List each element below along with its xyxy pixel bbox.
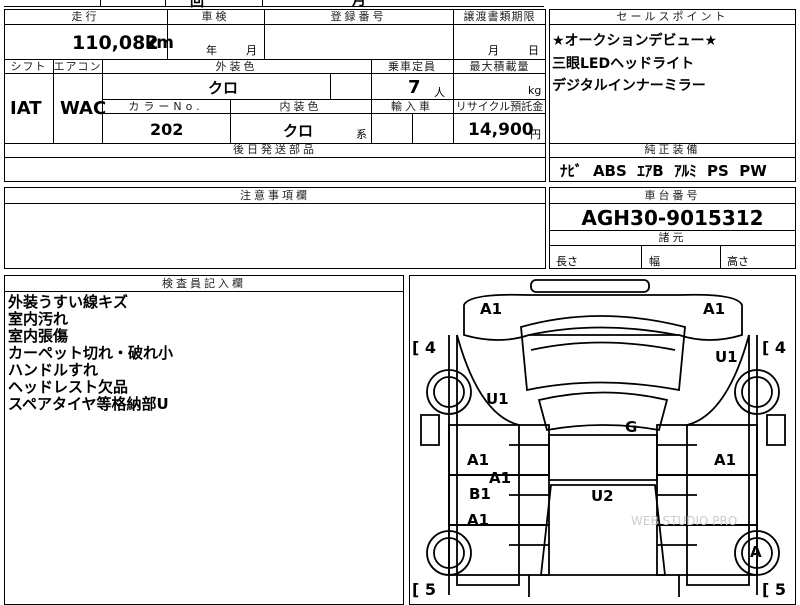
aircon-value: WAC xyxy=(60,98,107,119)
mark-right-fender: U1 xyxy=(715,348,738,366)
max-load-header: 最大積載量 xyxy=(469,60,530,73)
mark-left-quarter: A1 xyxy=(467,511,490,529)
deadline-day: 日 xyxy=(528,44,539,57)
later-parts-header: 後日発送部品 xyxy=(233,143,317,156)
color-no-value: 202 xyxy=(150,120,184,139)
exterior-color-header: 外装色 xyxy=(215,60,258,73)
interior-suffix: 系 xyxy=(356,128,367,141)
sales-point-2: 三眼LEDヘッドライト xyxy=(552,56,695,72)
mark-left-fender: U1 xyxy=(486,390,509,408)
reg-number-header: 登録番号 xyxy=(330,10,387,23)
divider xyxy=(4,6,544,7)
shaken-month: 月 xyxy=(246,44,257,57)
shift-value: IAT xyxy=(10,98,42,119)
shift-header: シフト xyxy=(10,60,47,73)
genuine-equip-header: 純正装備 xyxy=(644,143,701,156)
capacity-value: 7 xyxy=(408,77,421,98)
mileage-header: 走行 xyxy=(71,10,100,23)
watermark: WEB STUDIO PRO xyxy=(631,514,737,528)
recycle-value: 14,900 xyxy=(468,120,534,140)
inspector-note: 室内汚れ xyxy=(8,310,69,328)
inspector-note: ハンドルすれ xyxy=(8,361,99,379)
recycle-unit: 円 xyxy=(530,128,541,141)
mileage-unit: km xyxy=(145,33,175,53)
tire-left-rear-value: 5 xyxy=(424,580,437,599)
mark-left-door-front: A1 xyxy=(467,451,490,469)
inspector-note: カーペット切れ・破れ小 xyxy=(8,344,174,362)
color-no-header: カラーNo. xyxy=(128,100,204,113)
interior-color-header: 内装色 xyxy=(279,100,322,113)
car-diagram: WEB STUDIO PRO xyxy=(420,279,786,597)
mark-right-wheel: A xyxy=(750,543,762,561)
inspector-note: 室内張傷 xyxy=(8,327,69,345)
interior-color-value: クロ xyxy=(283,122,314,140)
mark-front-left: A1 xyxy=(480,300,503,318)
dim-length: 長さ xyxy=(556,255,578,268)
dimensions-header: 諸元 xyxy=(658,231,687,244)
tire-right-rear-value: 5 xyxy=(774,580,787,599)
shaken-header: 車検 xyxy=(201,10,230,23)
sales-point-1: ★オークションデビュー★ xyxy=(552,33,718,49)
chassis-header: 車台番号 xyxy=(644,189,701,202)
tire-right-front-value: 4 xyxy=(774,338,787,357)
import-header: 輸入車 xyxy=(391,100,433,113)
equipment-value: ﾅﾋﾞ ABS ｴｱB ｱﾙﾐ PS PW xyxy=(560,162,767,180)
deadline-month: 月 xyxy=(488,44,499,57)
inspector-note: 外装うすい線キズ xyxy=(8,293,129,311)
sales-point-header: セールスポイント xyxy=(616,10,729,23)
dim-height: 高さ xyxy=(727,255,749,268)
tire-left-rear: [ 5 xyxy=(412,580,437,599)
sales-point-3: デジタルインナーミラー xyxy=(552,78,706,94)
shaken-year: 年 xyxy=(206,44,217,57)
chassis-value: AGH30-9015312 xyxy=(581,206,764,230)
aircon-header: エアコン xyxy=(53,60,102,73)
dim-width: 幅 xyxy=(649,255,660,268)
capacity-header: 乗車定員 xyxy=(388,60,436,73)
mark-left-door-front-2: A1 xyxy=(489,469,512,487)
tire-left-front: [ 4 xyxy=(412,338,437,357)
mark-right-door: A1 xyxy=(714,451,737,469)
inspector-note: スペアタイヤ等格納部U xyxy=(8,395,169,413)
mark-roof: G xyxy=(625,418,638,436)
mark-floor: U2 xyxy=(591,487,614,505)
mark-left-rear-door: B1 xyxy=(469,485,491,503)
mark-front-right: A1 xyxy=(703,300,726,318)
recycle-header: リサイクル預託金 xyxy=(455,100,544,113)
inspector-header: 検査員記入欄 xyxy=(162,277,246,290)
caution-header: 注意事項欄 xyxy=(240,189,310,202)
transfer-deadline-header: 譲渡書類期限 xyxy=(463,10,536,23)
inspector-note: ヘッドレスト欠品 xyxy=(8,378,129,396)
capacity-unit: 人 xyxy=(434,86,445,99)
tire-left-front-value: 4 xyxy=(424,338,437,357)
tire-right-rear: [ 5 xyxy=(762,580,787,599)
exterior-color-value: クロ xyxy=(208,79,239,97)
max-load-unit: kg xyxy=(528,84,542,97)
tire-right-front: [ 4 xyxy=(762,338,787,357)
info-table xyxy=(4,9,546,144)
